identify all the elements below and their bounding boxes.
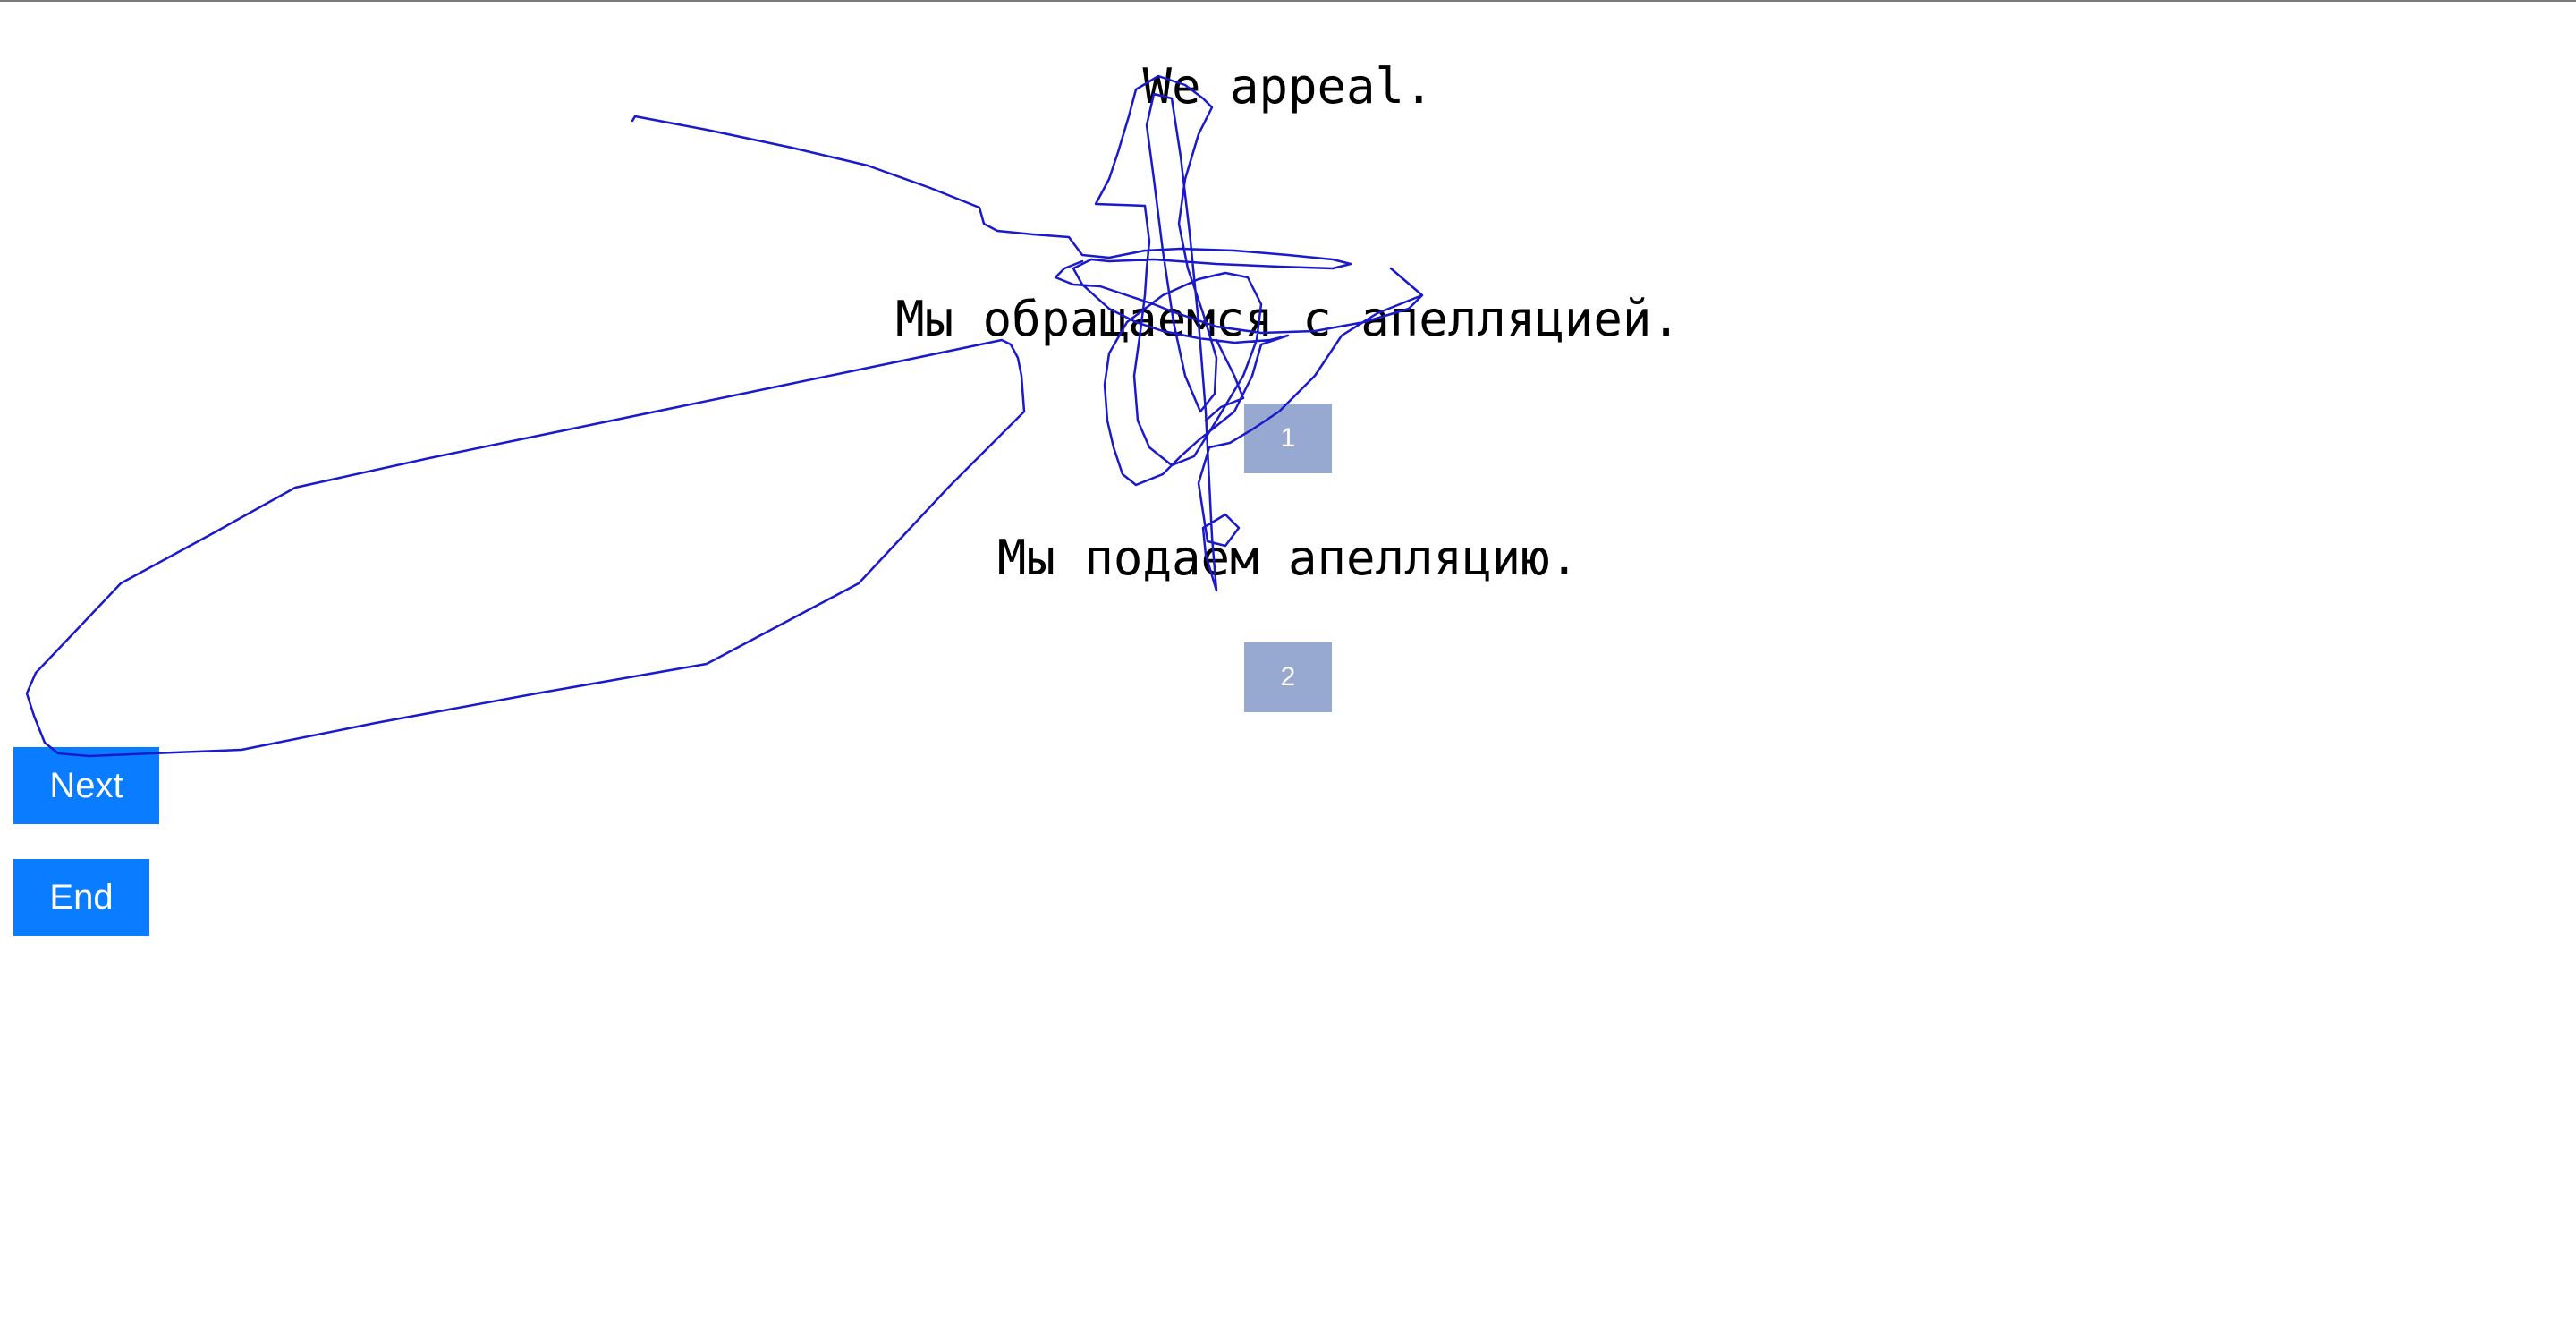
prompt-text: We appeal. [1142,58,1434,115]
next-button[interactable]: Next [13,747,159,824]
mouse-trace-path [25,74,1424,758]
option-1-text: Мы обращаемся с апелляцией. [895,291,1681,347]
top-rule [0,0,2576,2]
end-button[interactable]: End [13,859,149,936]
option-2-text: Мы подаем апелляцию. [996,530,1580,586]
choice-1-button[interactable]: 1 [1244,404,1332,473]
choice-2-button[interactable]: 2 [1244,642,1332,712]
